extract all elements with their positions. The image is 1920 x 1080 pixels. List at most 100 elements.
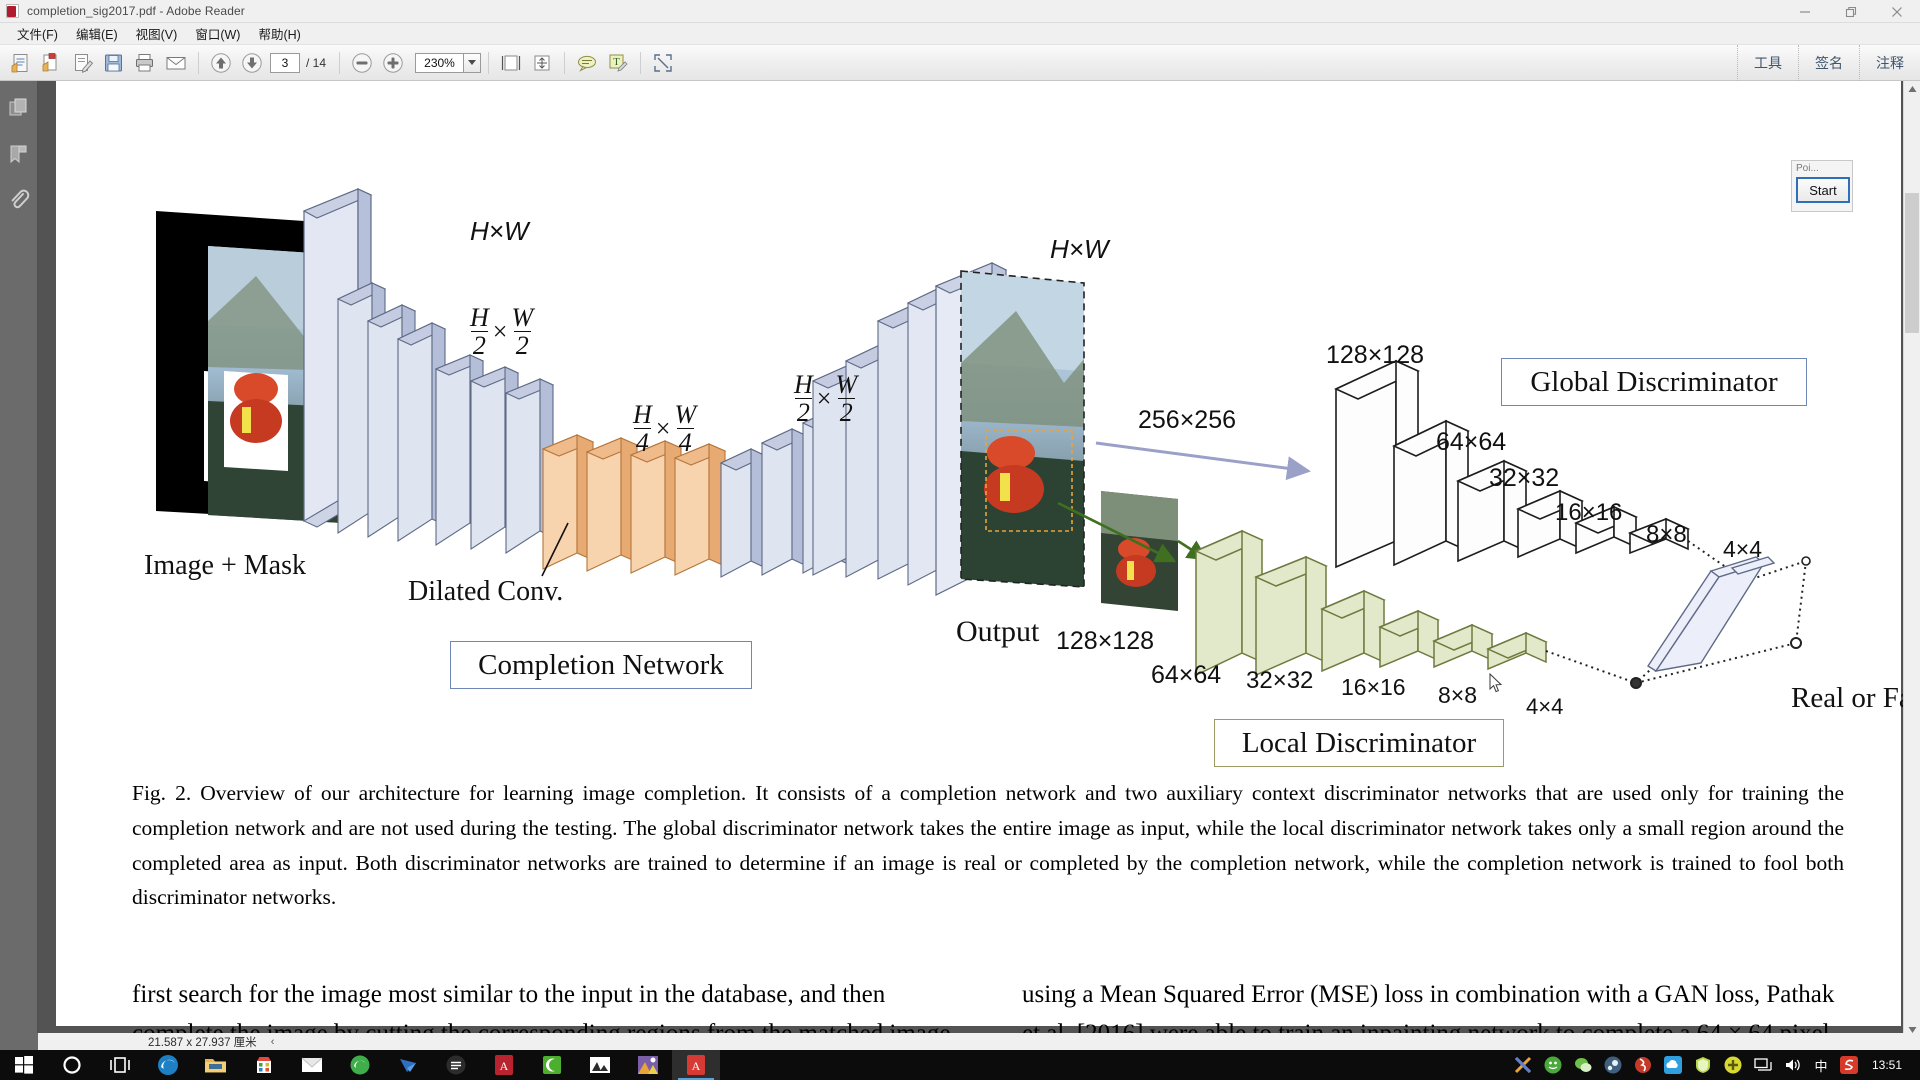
file-explorer-icon[interactable] (192, 1050, 240, 1080)
pdf-document-icon (5, 3, 21, 19)
document-viewport[interactable]: Image + Mask Dilated Conv. Completion Ne… (38, 81, 1920, 1038)
shield-security-tray-icon[interactable] (1688, 1050, 1718, 1080)
label-local-size-64: 64×64 (1151, 661, 1222, 689)
volume-tray-icon[interactable] (1778, 1050, 1808, 1080)
cortana-search-icon[interactable] (48, 1050, 96, 1080)
taskbar: A A 中 13:51 (0, 1050, 1920, 1080)
pdf-page: Image + Mask Dilated Conv. Completion Ne… (56, 81, 1920, 1038)
page-dimensions-label: 21.587 x 27.937 厘米 (148, 1036, 257, 1049)
restore-icon[interactable] (1828, 0, 1874, 23)
open-file-icon[interactable] (6, 49, 36, 77)
label-local-size-4: 4×4 (1526, 694, 1564, 719)
start-button-icon[interactable] (0, 1050, 48, 1080)
zoom-level-input[interactable]: 230% (415, 52, 464, 73)
menu-window[interactable]: 窗口(W) (186, 22, 249, 45)
xmind-tray-icon[interactable] (1508, 1050, 1538, 1080)
label-local-size-8: 8×8 (1438, 682, 1478, 708)
attachments-icon[interactable] (6, 187, 32, 213)
tools-panel-link[interactable]: 工具 (1737, 45, 1798, 81)
print-icon[interactable] (130, 49, 160, 77)
ime-indicator[interactable]: 中 (1808, 1056, 1834, 1075)
label-completion-network: Completion Network (450, 641, 752, 689)
task-view-icon[interactable] (96, 1050, 144, 1080)
chevron-down-icon[interactable] (463, 52, 482, 73)
wechat-tray-icon[interactable] (1568, 1050, 1598, 1080)
page-number-input[interactable]: 3 (270, 52, 300, 73)
edge-browser-icon[interactable] (144, 1050, 192, 1080)
system-tray: 中 13:51 (1508, 1050, 1920, 1080)
menu-edit[interactable]: 编辑(E) (67, 22, 127, 45)
menu-help[interactable]: 帮助(H) (249, 22, 309, 45)
label-image-mask: Image + Mask (144, 550, 306, 581)
fit-width-icon[interactable] (527, 49, 557, 77)
frac-h-den-3: 2 (794, 398, 812, 428)
edit-pdf-icon[interactable] (68, 49, 98, 77)
label-global-size-16: 16×16 (1555, 499, 1623, 526)
page-thumbnails-icon[interactable] (6, 95, 32, 121)
sign-panel-link[interactable]: 签名 (1798, 45, 1859, 81)
application-window: completion_sig2017.pdf - Adobe Reader 文件… (0, 0, 1920, 1080)
status-bar: 21.587 x 27.937 厘米 ‹ (0, 1033, 1920, 1050)
start-button[interactable]: Start (1796, 177, 1850, 203)
microsoft-store-icon[interactable] (240, 1050, 288, 1080)
frac-h-num-2: H (633, 400, 652, 429)
page-total-label: / 14 (306, 55, 327, 70)
steam-tray-icon[interactable] (1598, 1050, 1628, 1080)
save-icon[interactable] (99, 49, 129, 77)
frac-h-den-2: 4 (633, 428, 651, 458)
network-tray-icon[interactable] (1748, 1050, 1778, 1080)
baidu-cloud-tray-icon[interactable] (1658, 1050, 1688, 1080)
zoom-in-icon[interactable] (378, 49, 408, 77)
label-global-size-64: 64×64 (1436, 428, 1507, 456)
label-global-size-32: 32×32 (1489, 464, 1560, 492)
sogou-input-icon[interactable] (1834, 1050, 1864, 1080)
notes-icon[interactable] (432, 1050, 480, 1080)
browser-green-icon[interactable] (336, 1050, 384, 1080)
photos-icon[interactable] (576, 1050, 624, 1080)
comment-panel-link[interactable]: 注释 (1859, 45, 1920, 81)
label-frac-h2-w2-decoder: H2 × W2 (794, 370, 858, 428)
bookmarks-icon[interactable] (6, 141, 32, 167)
chevron-left-icon[interactable]: ‹ (271, 1036, 275, 1048)
fit-page-icon[interactable] (496, 49, 526, 77)
frac-w-num: W (511, 303, 534, 332)
update-tray-icon[interactable] (1718, 1050, 1748, 1080)
zoom-out-icon[interactable] (347, 49, 377, 77)
frac-w-den-2: 4 (676, 428, 694, 458)
thunder-tray-icon[interactable] (1628, 1050, 1658, 1080)
mail-icon[interactable] (288, 1050, 336, 1080)
adobe-reader-icon[interactable]: A (480, 1050, 528, 1080)
label-hw-decoder: H×W (1050, 234, 1109, 264)
picture-viewer-icon[interactable] (624, 1050, 672, 1080)
comment-balloon-icon[interactable] (572, 49, 602, 77)
adobe-reader-active-icon[interactable]: A (672, 1050, 720, 1080)
close-icon[interactable] (1874, 0, 1920, 23)
navigation-rail (0, 81, 38, 1038)
previous-page-icon[interactable] (206, 49, 236, 77)
text-highlight-icon[interactable]: T (603, 49, 633, 77)
floating-start-widget[interactable]: Poi... Start (1791, 160, 1853, 212)
label-local-discriminator: Local Discriminator (1214, 719, 1504, 767)
label-output: Output (956, 615, 1040, 648)
green-tray-icon[interactable] (1538, 1050, 1568, 1080)
menu-view[interactable]: 视图(V) (127, 22, 187, 45)
menu-file[interactable]: 文件(F) (8, 22, 67, 45)
foxmail-icon[interactable] (384, 1050, 432, 1080)
vertical-scroll-thumb[interactable] (1905, 193, 1919, 333)
label-global-discriminator: Global Discriminator (1501, 358, 1807, 406)
mouse-cursor (1489, 673, 1503, 693)
email-icon[interactable] (161, 49, 191, 77)
read-mode-icon[interactable] (648, 49, 678, 77)
label-local-size-32: 32×32 (1246, 667, 1314, 694)
svg-text:A: A (692, 1059, 701, 1073)
minimize-icon[interactable] (1782, 0, 1828, 23)
taskbar-clock[interactable]: 13:51 (1864, 1050, 1916, 1080)
scroll-up-arrow-icon[interactable] (1904, 81, 1920, 98)
excel-icon[interactable] (528, 1050, 576, 1080)
toolbar-divider-3 (488, 51, 490, 74)
create-pdf-icon[interactable] (37, 49, 67, 77)
start-widget-title: Poi... (1796, 163, 1819, 174)
next-page-icon[interactable] (237, 49, 267, 77)
vertical-scrollbar[interactable] (1903, 81, 1920, 1038)
label-dilated-conv: Dilated Conv. (408, 576, 564, 607)
